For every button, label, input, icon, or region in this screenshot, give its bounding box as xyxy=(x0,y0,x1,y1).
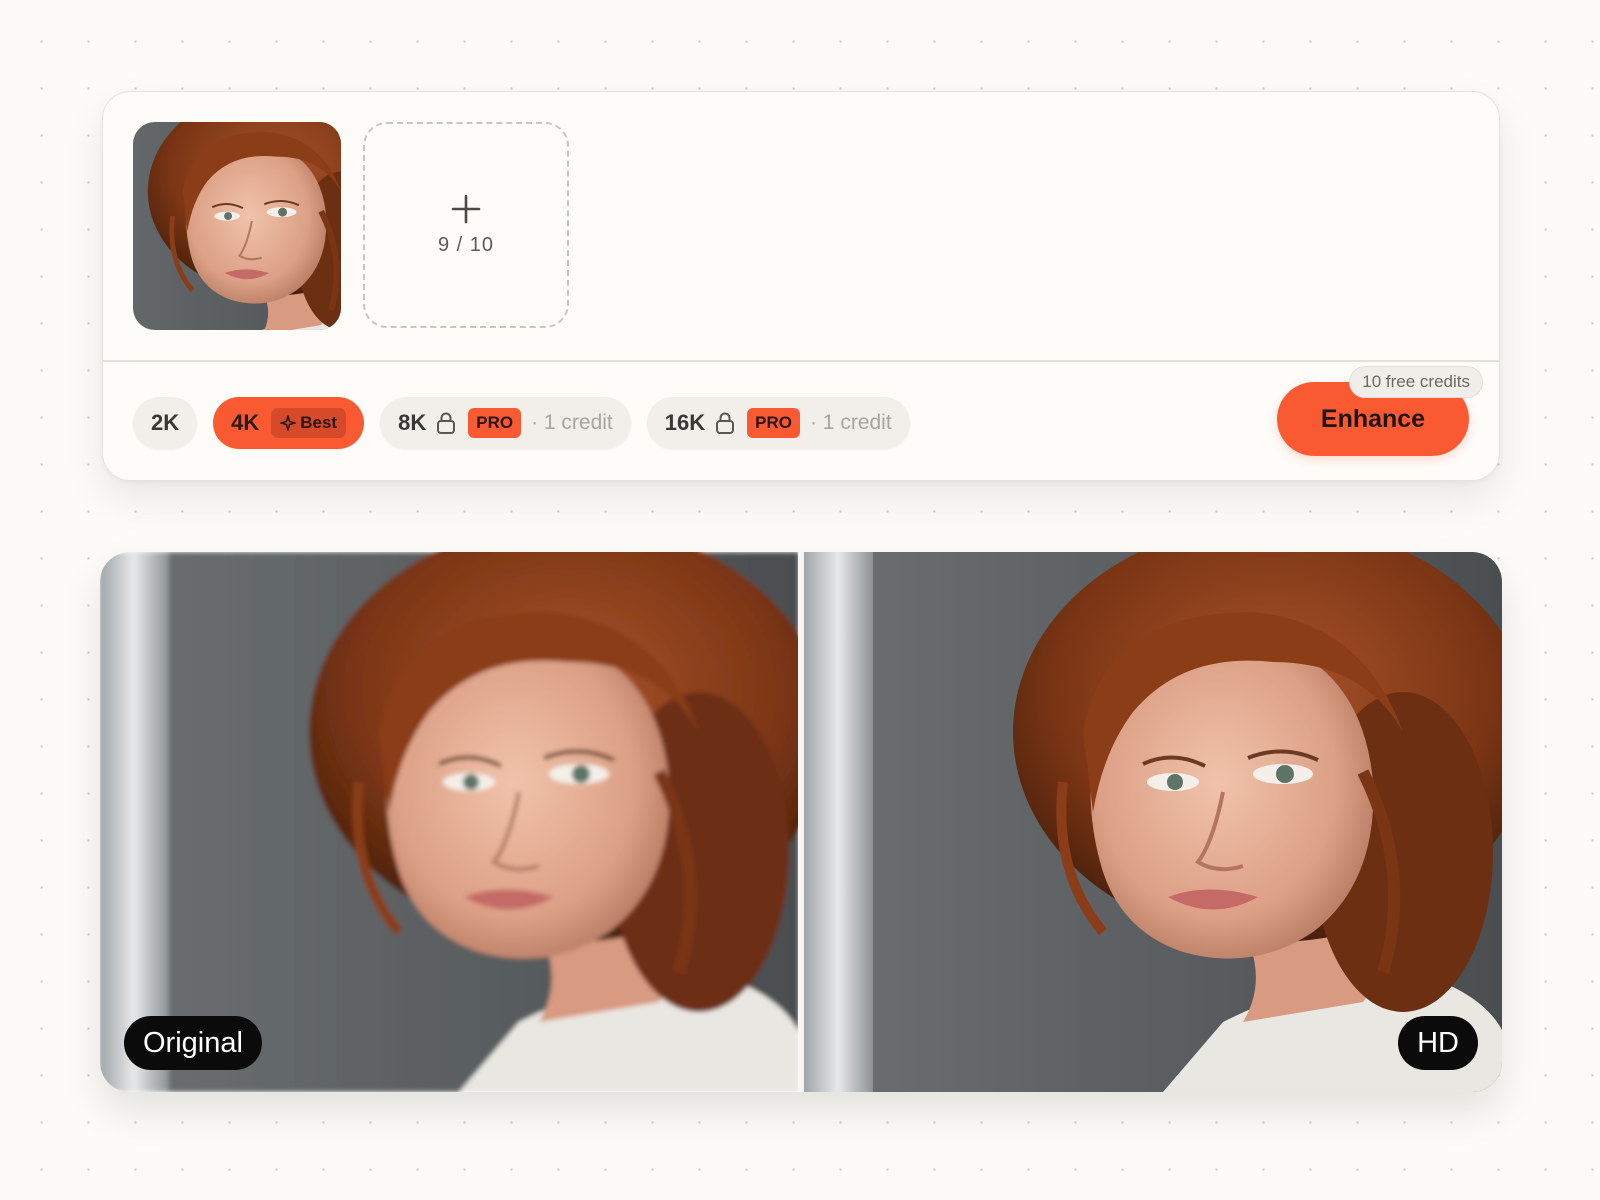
plus-icon xyxy=(451,194,481,223)
original-image-panel: Original xyxy=(100,552,798,1092)
hd-label: HD xyxy=(1398,1016,1478,1070)
resolution-option-label: 8K xyxy=(398,410,427,435)
resolution-option-label: 16K xyxy=(664,410,706,435)
pro-badge: PRO xyxy=(468,408,522,438)
original-label: Original xyxy=(124,1016,262,1070)
hd-image xyxy=(804,552,1502,1092)
before-after-comparison: Original HD xyxy=(100,552,1502,1092)
uploaded-image-thumbnail[interactable] xyxy=(133,122,341,330)
resolution-option-8k[interactable]: 8K PRO · 1 credit xyxy=(380,397,631,449)
best-badge-label: Best xyxy=(300,413,338,432)
resolution-option-16k[interactable]: 16K PRO · 1 credit xyxy=(646,397,910,449)
card-divider xyxy=(103,360,1499,362)
resolution-option-label: 2K xyxy=(151,410,180,435)
best-badge: Best xyxy=(271,408,347,438)
add-image-slot[interactable]: 9 / 10 xyxy=(363,122,569,328)
lock-icon xyxy=(437,412,456,434)
resolution-options: 2K 4K Best 8K PRO · 1 credit 16K PRO · 1… xyxy=(133,396,910,450)
resolution-option-2k[interactable]: 2K xyxy=(133,397,198,449)
pro-badge: PRO xyxy=(747,408,800,438)
free-credits-badge: 10 free credits xyxy=(1349,366,1483,398)
enhance-area: Enhance 10 free credits xyxy=(1277,366,1483,456)
resolution-option-label: 4K xyxy=(231,410,260,435)
lock-icon xyxy=(716,412,735,434)
upload-card: 9 / 10 2K 4K Best 8K PRO · 1 credit 16K … xyxy=(102,91,1500,481)
credit-cost: · 1 credit xyxy=(531,411,613,434)
sparkle-icon xyxy=(280,415,296,431)
credit-cost: · 1 credit xyxy=(809,411,892,434)
original-image xyxy=(100,552,798,1092)
hd-image-panel: HD xyxy=(804,552,1502,1092)
image-slot-count: 9 / 10 xyxy=(437,233,495,256)
resolution-option-4k[interactable]: 4K Best xyxy=(213,397,365,449)
portrait-thumbnail-image xyxy=(133,122,341,330)
